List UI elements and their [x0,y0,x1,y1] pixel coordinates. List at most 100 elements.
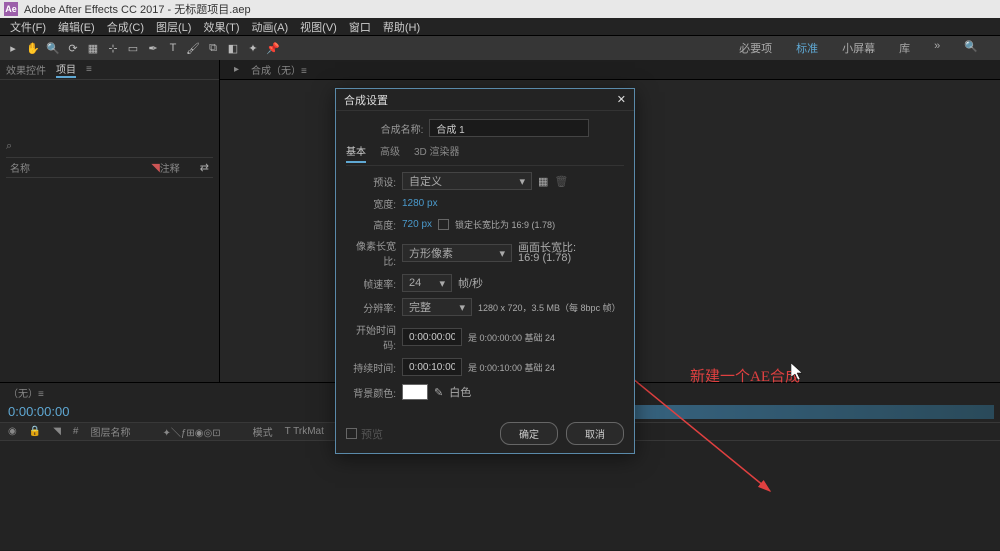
lock-aspect-checkbox[interactable] [438,219,449,230]
menu-file[interactable]: 文件(F) [4,19,52,35]
anchor-tool-icon[interactable]: ⊹ [104,39,122,57]
menu-comp[interactable]: 合成(C) [101,19,150,35]
hand-tool-icon[interactable]: ✋ [24,39,42,57]
height-value[interactable]: 720 px [402,219,432,230]
dialog-body: 合成名称: 基本 高级 3D 渲染器 预设: 自定义▾ ▦ 🗑 宽度: 1280… [336,111,634,414]
workspace-switcher: 必要项 标准 小屏幕 库 » 🔍 [731,38,996,58]
tab-basic[interactable]: 基本 [346,143,366,163]
tab-effect-controls[interactable]: 效果控件 [6,62,46,77]
ws-more-icon[interactable]: » [926,38,948,58]
project-search[interactable]: ⌕ [6,136,213,158]
label-col-icon[interactable]: ◥ [53,426,61,437]
res-dropdown[interactable]: 完整▾ [402,298,472,316]
rotate-tool-icon[interactable]: ⟳ [64,39,82,57]
menu-layer[interactable]: 图层(L) [150,19,197,35]
col-mode[interactable]: 模式 [253,424,273,439]
tab-3d[interactable]: 3D 渲染器 [414,143,460,163]
col-name[interactable]: 名称 [10,160,151,175]
menu-anim[interactable]: 动画(A) [246,19,295,35]
width-value[interactable]: 1280 px [402,198,438,209]
selection-tool-icon[interactable]: ▸ [4,39,22,57]
preview-checkbox[interactable] [346,428,357,439]
comp-none-tab[interactable]: 合成（无）≡ [245,62,313,77]
bg-color-swatch[interactable] [402,384,428,400]
roto-tool-icon[interactable]: ✦ [244,39,262,57]
res-label: 分辨率: [346,300,396,315]
col-layer-name[interactable]: 图层名称 [90,424,130,439]
duration-input[interactable] [402,358,462,376]
par-label: 像素长宽比: [346,238,396,268]
menu-view[interactable]: 视图(V) [294,19,343,35]
duration-label: 持续时间: [346,360,396,375]
zoom-tool-icon[interactable]: 🔍 [44,39,62,57]
preset-dropdown[interactable]: 自定义▾ [402,172,532,190]
close-icon[interactable]: ✕ [617,93,626,106]
num-col: # [73,426,79,437]
project-columns: 名称 ◥ 注释 ⇄ [6,158,213,178]
save-preset-icon[interactable]: ▦ [538,175,548,188]
preview-label: 预览 [361,426,383,442]
height-label: 高度: [346,217,396,232]
puppet-tool-icon[interactable]: 📌 [264,39,282,57]
cancel-button[interactable]: 取消 [566,422,624,445]
flow-icon[interactable]: ⇄ [200,161,209,174]
dialog-tabs: 基本 高级 3D 渲染器 [346,143,624,166]
lock-aspect-label: 锁定长宽比为 16:9 (1.78) [455,218,555,231]
start-label: 开始时间码: [346,322,396,352]
dialog-titlebar[interactable]: 合成设置 ✕ [336,89,634,111]
col-trkmat[interactable]: T TrkMat [285,426,324,437]
eraser-tool-icon[interactable]: ◧ [224,39,242,57]
toolbar-left: ▸ ✋ 🔍 ⟳ ▦ ⊹ ▭ ✒ T 🖌 ⧉ ◧ ✦ 📌 [4,39,282,57]
menu-edit[interactable]: 编辑(E) [52,19,101,35]
bg-color-name: 白色 [449,384,471,400]
label-icon[interactable]: ◥ [151,161,159,174]
fps-dropdown[interactable]: 24▾ [402,274,452,292]
delete-preset-icon[interactable]: 🗑 [554,175,568,188]
rect-tool-icon[interactable]: ▭ [124,39,142,57]
col-comment[interactable]: 注释 [160,160,200,175]
comp-name-input[interactable] [429,119,589,137]
ws-small[interactable]: 小屏幕 [834,38,883,58]
pen-tool-icon[interactable]: ✒ [144,39,162,57]
tab-project[interactable]: 项目 [56,61,76,78]
brush-tool-icon[interactable]: 🖌 [184,39,202,57]
camera-tool-icon[interactable]: ▦ [84,39,102,57]
ws-library[interactable]: 库 [891,38,918,58]
tab-menu-icon[interactable]: ≡ [86,64,92,75]
switches-icons[interactable]: ✦＼ƒ⊞◉◎⊡ [162,424,220,439]
text-tool-icon[interactable]: T [164,39,182,57]
par-dropdown[interactable]: 方形像素▾ [402,244,512,262]
timeline-none-tab[interactable]: （无）≡ [8,385,44,400]
lock-col-icon[interactable]: 🔒 [29,426,41,437]
menu-help[interactable]: 帮助(H) [377,19,426,35]
comp-name-label: 合成名称: [381,121,424,136]
clone-tool-icon[interactable]: ⧉ [204,39,222,57]
chevron-down-icon: ▾ [499,247,505,260]
start-info: 是 0:00:00:00 基础 24 [468,331,555,344]
fps-unit: 帧/秒 [458,275,483,291]
duration-info: 是 0:00:10:00 基础 24 [468,361,555,374]
app-title: Adobe After Effects CC 2017 - 无标题项目.aep [24,1,251,17]
annotation-text: 新建一个AE合成 [690,365,800,386]
composition-settings-dialog: 合成设置 ✕ 合成名称: 基本 高级 3D 渲染器 预设: 自定义▾ ▦ 🗑 宽… [335,88,635,454]
vis-col-icon[interactable]: ◉ [8,426,17,437]
ws-essentials[interactable]: 必要项 [731,38,780,58]
menubar: 文件(F) 编辑(E) 合成(C) 图层(L) 效果(T) 动画(A) 视图(V… [0,18,1000,36]
res-info: 1280 x 720，3.5 MB（每 8bpc 帧） [478,301,621,314]
width-label: 宽度: [346,196,396,211]
tab-advanced[interactable]: 高级 [380,143,400,163]
start-timecode-input[interactable] [402,328,462,346]
menu-effect[interactable]: 效果(T) [197,19,245,35]
search-icon[interactable]: 🔍 [956,38,986,58]
cursor-icon [791,363,805,381]
eyedropper-icon[interactable]: ✎ [434,386,443,399]
comp-tabs: ▸ 合成（无）≡ [220,60,1000,80]
current-time[interactable]: 0:00:00:00 [8,404,69,419]
ok-button[interactable]: 确定 [500,422,558,445]
chevron-down-icon: ▾ [459,301,465,314]
preset-label: 预设: [346,174,396,189]
ws-standard[interactable]: 标准 [788,38,826,58]
menu-window[interactable]: 窗口 [343,19,377,35]
chevron-down-icon: ▾ [439,277,445,290]
footage-tab[interactable]: ▸ [228,64,245,75]
